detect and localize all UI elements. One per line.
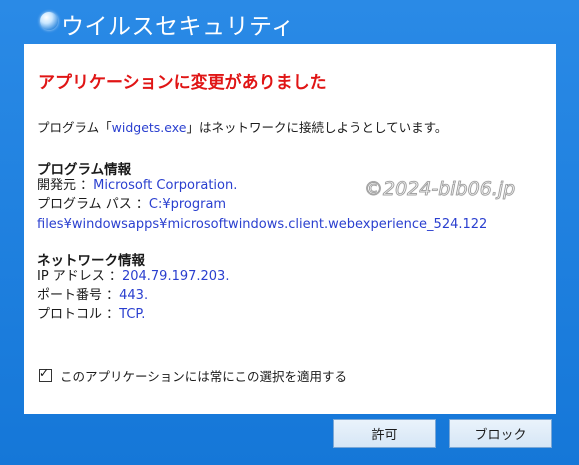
developer-value: Microsoft Corporation. xyxy=(93,178,238,193)
always-apply-option[interactable]: ✓ このアプリケーションには常にこの選択を適用する xyxy=(39,366,347,385)
protocol-row: プロトコル ：TCP. xyxy=(37,306,145,323)
always-apply-label: このアプリケーションには常にこの選択を適用する xyxy=(60,369,348,384)
program-info-heading: プログラム情報 xyxy=(37,162,132,178)
network-info-heading: ネットワーク情報 xyxy=(37,253,145,269)
developer-label: 開発元 ： xyxy=(37,178,94,193)
developer-row: 開発元 ：Microsoft Corporation. xyxy=(37,177,237,194)
alert-message: プログラム「widgets.exe」はネットワークに接続しようとしています。 xyxy=(37,117,447,136)
port-row: ポート番号 ：443. xyxy=(37,287,148,304)
ip-address-row: IP アドレス ：204.79.197.203. xyxy=(37,268,229,285)
ip-address-label: IP アドレス ： xyxy=(37,269,122,284)
port-value: 443. xyxy=(119,288,149,303)
ip-address-value: 204.79.197.203. xyxy=(121,269,230,284)
port-label: ポート番号 ： xyxy=(37,288,120,303)
message-prefix: プログラム「 xyxy=(37,120,112,135)
window-title: ウイルスセキュリティ xyxy=(61,14,295,40)
checkmark-icon: ✓ xyxy=(39,366,50,380)
message-suffix: 」はネットワークに接続しようとしています。 xyxy=(186,120,448,135)
program-path-value: C:¥program xyxy=(148,197,227,212)
allow-button[interactable]: 許可 xyxy=(333,419,436,448)
program-path-row: プログラム パス ：C:¥program xyxy=(37,196,226,213)
dialog-content: アプリケーションに変更がありました プログラム「widgets.exe」はネット… xyxy=(24,44,556,414)
block-button[interactable]: ブロック xyxy=(449,419,552,448)
program-path-continued: files¥windowsapps¥microsoftwindows.clien… xyxy=(37,217,488,232)
protocol-label: プロトコル ： xyxy=(37,307,120,322)
message-program-name: widgets.exe xyxy=(111,120,187,135)
protocol-value: TCP. xyxy=(119,307,146,322)
alert-title: アプリケーションに変更がありました xyxy=(38,73,327,93)
app-orb-icon xyxy=(40,12,58,30)
dialog-window: ウイルスセキュリティ アプリケーションに変更がありました プログラム「widge… xyxy=(0,0,579,465)
program-path-label: プログラム パス ： xyxy=(37,197,149,212)
always-apply-checkbox[interactable]: ✓ xyxy=(39,366,52,382)
title-bar: ウイルスセキュリティ xyxy=(0,0,579,44)
